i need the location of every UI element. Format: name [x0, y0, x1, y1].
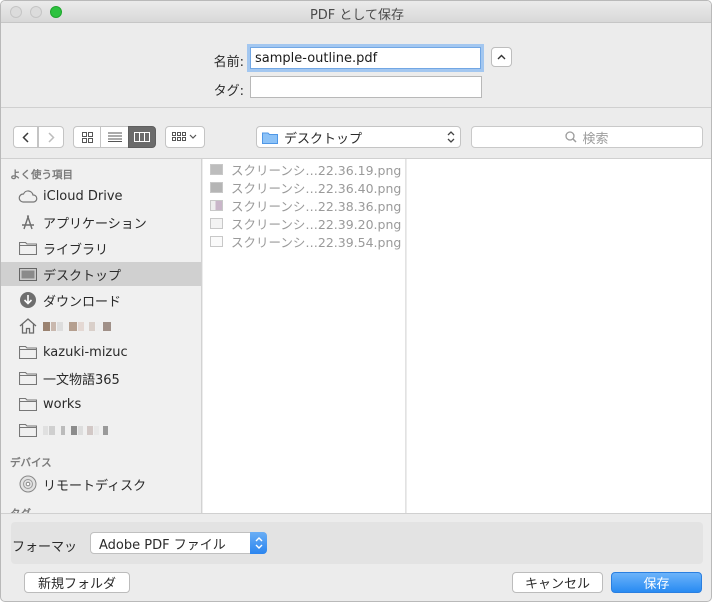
- png-file-icon: [210, 163, 223, 175]
- png-file-icon: [210, 199, 223, 211]
- location-label: デスクトップ: [284, 131, 363, 147]
- png-file-icon: [210, 217, 223, 229]
- tag-input[interactable]: [250, 76, 482, 98]
- sidebar-item-ichibun-monogatari[interactable]: 一文物語365: [1, 366, 201, 390]
- download-icon: [18, 291, 38, 309]
- location-popup[interactable]: デスクトップ: [256, 126, 461, 148]
- redacted-folder-name: [43, 424, 109, 436]
- sidebar-item-works[interactable]: works: [1, 392, 201, 416]
- sidebar: よく使う項目 iCloud Drive アプリケーション ライブラリ デスクトッ…: [1, 159, 202, 513]
- redacted-username: [43, 320, 112, 332]
- search-icon: [565, 131, 578, 143]
- group-view-icon: [172, 132, 197, 141]
- column-view-button[interactable]: [128, 126, 156, 148]
- sidebar-item-remote-disc[interactable]: リモートディスク: [1, 472, 201, 496]
- folder-icon: [18, 395, 38, 413]
- icon-view-icon: [81, 131, 93, 143]
- search-field[interactable]: 検索: [471, 126, 703, 148]
- desktop-icon: [18, 265, 38, 283]
- cloud-icon: [18, 187, 38, 205]
- chevron-up-icon: [497, 54, 506, 60]
- folder-icon: [18, 421, 38, 439]
- new-folder-button[interactable]: 新規フォルダ: [24, 572, 130, 593]
- chevron-right-icon: [47, 131, 55, 143]
- sidebar-item-desktop[interactable]: デスクトップ: [1, 262, 201, 286]
- remote-disc-icon: [18, 475, 38, 493]
- expand-dialog-button[interactable]: [491, 47, 512, 67]
- chevron-left-icon: [22, 131, 29, 143]
- list-view-icon: [107, 132, 122, 142]
- sidebar-item-library[interactable]: ライブラリ: [1, 236, 201, 260]
- file-item[interactable]: スクリーンシ…22.38.36.png: [203, 196, 406, 214]
- title-bar: PDF として保存: [1, 1, 711, 23]
- back-button[interactable]: [13, 126, 38, 148]
- cancel-button[interactable]: キャンセル: [512, 572, 603, 593]
- sidebar-header-tags: タグ: [10, 506, 31, 513]
- png-file-icon: [210, 235, 223, 247]
- save-dialog: PDF として保存 名前: タグ:: [0, 0, 712, 602]
- file-column-empty: [407, 159, 711, 513]
- sidebar-item-home[interactable]: [1, 314, 201, 338]
- file-item[interactable]: スクリーンシ…22.39.54.png: [203, 232, 406, 250]
- format-popup[interactable]: Adobe PDF ファイル: [90, 532, 267, 554]
- applications-icon: [18, 213, 38, 231]
- popup-arrows-icon: [250, 532, 267, 554]
- format-label: フォーマッ: [12, 540, 78, 555]
- file-item[interactable]: スクリーンシ…22.39.20.png: [203, 214, 406, 232]
- sidebar-item-applications[interactable]: アプリケーション: [1, 210, 201, 234]
- file-column-desktop: スクリーンシ…22.36.19.png スクリーンシ…22.36.40.png …: [203, 159, 406, 513]
- folder-icon: [18, 239, 38, 257]
- icon-view-button[interactable]: [73, 126, 101, 148]
- search-placeholder: 検索: [582, 131, 609, 147]
- sidebar-item-redacted-folder[interactable]: [1, 418, 201, 442]
- tag-label: タグ:: [213, 84, 244, 99]
- name-input[interactable]: [250, 47, 481, 69]
- sidebar-item-downloads[interactable]: ダウンロード: [1, 288, 201, 312]
- file-item[interactable]: スクリーンシ…22.36.40.png: [203, 178, 406, 196]
- desktop-folder-icon: [262, 132, 278, 144]
- name-label: 名前:: [213, 55, 244, 70]
- format-selected: Adobe PDF ファイル: [99, 537, 226, 553]
- save-button[interactable]: 保存: [611, 572, 702, 593]
- forward-button[interactable]: [38, 126, 64, 148]
- column-view-icon: [134, 132, 150, 142]
- png-file-icon: [210, 181, 223, 193]
- toolbar-divider: [1, 107, 711, 108]
- group-by-button[interactable]: [165, 126, 205, 148]
- popup-arrows-icon: [447, 131, 455, 143]
- bottom-divider: [1, 513, 711, 514]
- sidebar-item-icloud-drive[interactable]: iCloud Drive: [1, 184, 201, 208]
- list-view-button[interactable]: [100, 126, 129, 148]
- sidebar-header-devices: デバイス: [10, 457, 52, 469]
- sidebar-header-favorites: よく使う項目: [10, 169, 73, 181]
- sidebar-item-kazuki-mizuc[interactable]: kazuki-mizuc: [1, 340, 201, 364]
- file-item[interactable]: スクリーンシ…22.36.19.png: [203, 160, 406, 178]
- home-icon: [18, 317, 38, 335]
- window-title: PDF として保存: [309, 8, 405, 23]
- folder-icon: [18, 369, 38, 387]
- folder-icon: [18, 343, 38, 361]
